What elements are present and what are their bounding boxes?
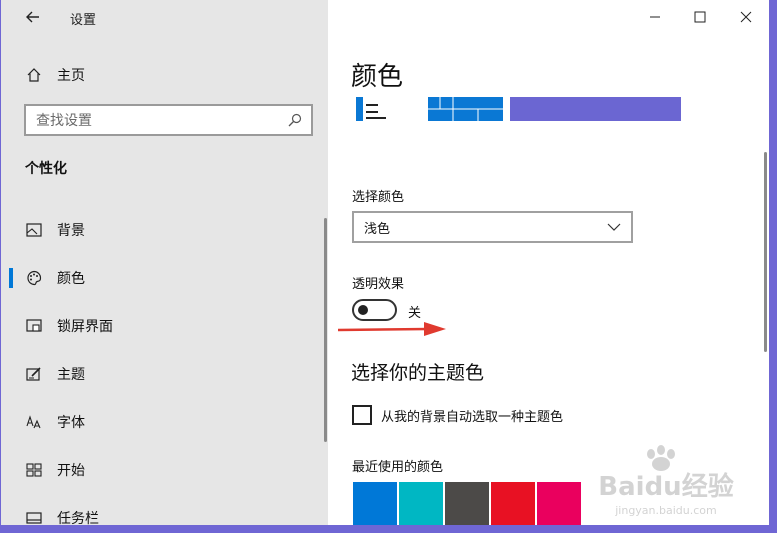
maximize-button[interactable] (677, 0, 723, 34)
sidebar-item-home[interactable]: 主页 (1, 58, 321, 92)
font-icon (25, 413, 43, 431)
sidebar-item-lock-screen[interactable]: 锁屏界面 (1, 302, 321, 350)
search-icon[interactable] (285, 110, 305, 130)
theme-preview-tiles (428, 97, 503, 121)
settings-window: 设置 主页 查找设置 个性化 背景 颜色 锁屏界面 主题 字体 开始 任务栏 颜… (1, 0, 769, 525)
search-placeholder: 查找设置 (36, 113, 92, 129)
sidebar: 设置 主页 查找设置 个性化 背景 颜色 锁屏界面 主题 字体 开始 任务栏 (1, 0, 328, 525)
sidebar-item-background[interactable]: 背景 (1, 206, 321, 254)
recent-colors-swatches (353, 482, 583, 525)
app-title: 设置 (70, 13, 97, 28)
sidebar-item-label: 开始 (57, 463, 85, 479)
color-swatch[interactable] (353, 482, 397, 525)
color-swatch[interactable] (491, 482, 535, 525)
theme-brush-icon (25, 365, 43, 383)
sidebar-item-themes[interactable]: 主题 (1, 350, 321, 398)
section-title: 个性化 (25, 161, 67, 177)
close-icon (740, 11, 752, 23)
taskbar-icon (25, 509, 43, 525)
lock-screen-icon (25, 317, 43, 335)
sidebar-nav-list: 背景 颜色 锁屏界面 主题 字体 开始 任务栏 (1, 206, 321, 525)
sidebar-item-colors[interactable]: 颜色 (1, 254, 321, 302)
sidebar-item-fonts[interactable]: 字体 (1, 398, 321, 446)
transparency-toggle[interactable] (352, 299, 397, 321)
palette-icon (25, 269, 43, 287)
sidebar-item-label: 任务栏 (57, 511, 99, 525)
content-scrollbar[interactable] (764, 152, 767, 352)
red-arrow-annotation (338, 322, 446, 336)
sidebar-item-label: 主页 (57, 68, 85, 84)
minimize-icon (650, 16, 660, 18)
chevron-down-icon (603, 216, 625, 238)
search-input[interactable]: 查找设置 (24, 104, 313, 136)
auto-pick-accent-checkbox[interactable]: 从我的背景自动选取一种主题色 (352, 405, 563, 425)
sidebar-item-start[interactable]: 开始 (1, 446, 321, 494)
sidebar-item-label: 锁屏界面 (57, 319, 113, 335)
recent-colors-label: 最近使用的颜色 (352, 460, 444, 475)
sidebar-item-label: 背景 (57, 223, 85, 239)
accent-color-heading: 选择你的主题色 (351, 362, 485, 384)
checkbox-box[interactable] (352, 405, 372, 425)
back-button[interactable] (19, 5, 47, 29)
page-title: 颜色 (351, 62, 404, 92)
sidebar-item-taskbar[interactable]: 任务栏 (1, 494, 321, 525)
theme-preview-window-icon (356, 97, 386, 121)
choose-color-label: 选择颜色 (352, 190, 405, 205)
sidebar-item-label: 颜色 (57, 271, 85, 287)
dropdown-value: 浅色 (364, 221, 391, 237)
accent-color-preview (510, 97, 681, 121)
baidu-jingyan-watermark: Baidu经验 jingyan.baidu.com (598, 445, 734, 517)
transparency-state: 关 (408, 306, 422, 321)
home-icon (25, 66, 43, 84)
picture-icon (25, 221, 43, 239)
color-swatch[interactable] (537, 482, 581, 525)
transparency-label: 透明效果 (352, 277, 405, 292)
toggle-knob (358, 305, 368, 315)
sidebar-item-label: 字体 (57, 415, 85, 431)
maximize-icon (694, 11, 706, 23)
minimize-button[interactable] (632, 0, 678, 34)
watermark-brand: Baidu经验 (598, 471, 733, 502)
sidebar-item-label: 主题 (57, 367, 85, 383)
watermark-url: jingyan.baidu.com (614, 504, 717, 517)
color-swatch[interactable] (445, 482, 489, 525)
sidebar-scrollbar[interactable] (324, 218, 327, 442)
color-swatch[interactable] (399, 482, 443, 525)
arrow-left-icon (26, 11, 39, 23)
close-button[interactable] (723, 0, 769, 34)
color-mode-dropdown[interactable]: 浅色 (352, 211, 633, 243)
checkbox-label: 从我的背景自动选取一种主题色 (381, 409, 564, 425)
start-grid-icon (25, 461, 43, 479)
